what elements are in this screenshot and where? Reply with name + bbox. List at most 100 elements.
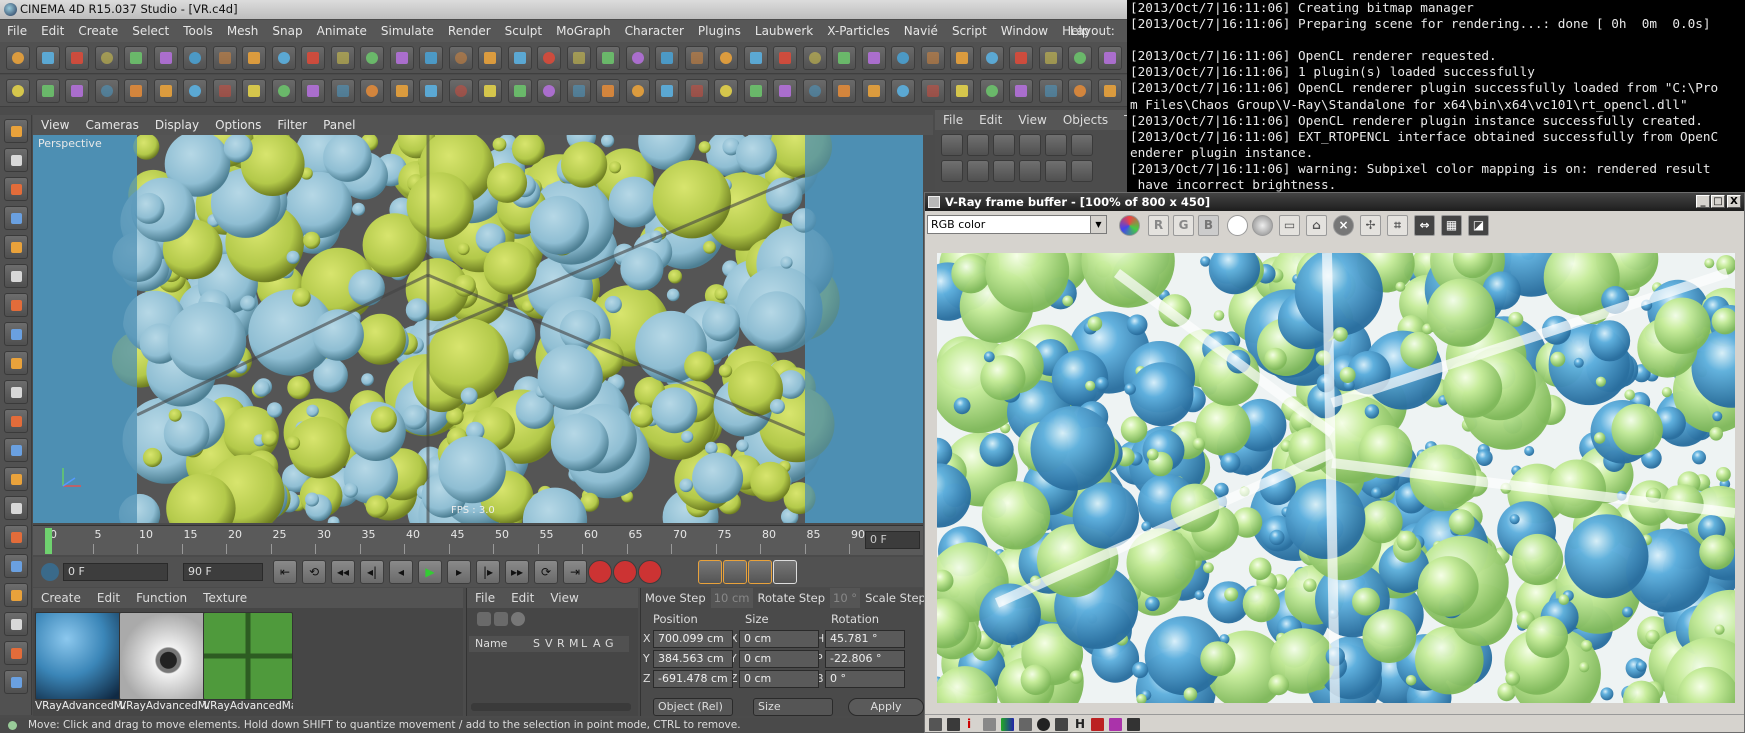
menu-mesh[interactable]: Mesh xyxy=(220,20,266,42)
toolbar-1-button-34[interactable] xyxy=(979,46,1004,70)
column-a[interactable]: A xyxy=(593,636,601,652)
apply-button[interactable]: Apply xyxy=(848,698,924,716)
position-field[interactable]: 384.563 cm xyxy=(653,650,733,668)
toolbar-1-button-14[interactable] xyxy=(389,46,414,70)
toolbar-1-button-18[interactable] xyxy=(507,46,532,70)
step-value[interactable]: 10 cm xyxy=(710,588,753,608)
toolbar-2-button-37[interactable] xyxy=(1068,79,1092,103)
left-tool-20[interactable] xyxy=(4,670,28,694)
object-menu-objects[interactable]: Objects xyxy=(1055,110,1116,130)
toolbar-1-button-7[interactable] xyxy=(183,46,207,70)
save-icon[interactable]: ▭ xyxy=(1279,215,1300,236)
toolbar-1-button-16[interactable] xyxy=(448,46,473,70)
step-value[interactable]: 10 ° xyxy=(830,588,861,608)
menu-plugins[interactable]: Plugins xyxy=(691,20,748,42)
column-m[interactable]: M xyxy=(569,636,579,652)
toolbar-2-button-36[interactable] xyxy=(1038,79,1063,103)
toolbar-1-button-3[interactable] xyxy=(65,46,89,70)
object-manager-icon[interactable] xyxy=(1071,134,1093,156)
toolbar-1-button-19[interactable] xyxy=(537,46,561,70)
icc-icon[interactable] xyxy=(1109,718,1122,731)
toolbar-1-button-17[interactable] xyxy=(478,46,502,70)
left-tool-3[interactable] xyxy=(4,177,28,201)
toolbar-1-button-26[interactable] xyxy=(743,46,768,70)
column-l[interactable]: L xyxy=(581,636,587,652)
transport-button-6[interactable]: ▶ xyxy=(418,560,442,584)
alpha-white-icon[interactable] xyxy=(1227,215,1248,236)
column-r[interactable]: R xyxy=(557,636,565,652)
current-frame-field[interactable]: 0 F xyxy=(865,531,920,549)
toolbar-2-button-11[interactable] xyxy=(301,79,325,103)
menu-laubwerk[interactable]: Laubwerk xyxy=(748,20,820,42)
left-tool-18[interactable] xyxy=(4,612,28,636)
toolbar-1-button-9[interactable] xyxy=(242,46,266,70)
toolbar-2-button-8[interactable] xyxy=(212,79,237,103)
lut-toggle-icon[interactable] xyxy=(1091,718,1104,731)
layer-tool-icons[interactable] xyxy=(477,612,537,628)
toolbar-2-button-22[interactable] xyxy=(625,79,650,103)
material-swatch[interactable]: VRayAdvancedMa xyxy=(119,612,209,712)
mono-icon[interactable] xyxy=(1252,215,1273,236)
toolbar-1-button-2[interactable] xyxy=(35,46,60,70)
object-manager-icon[interactable] xyxy=(1071,160,1093,182)
layer-menu-file[interactable]: File xyxy=(467,588,503,608)
keyframe-record-icon[interactable] xyxy=(638,560,662,584)
material-menu-create[interactable]: Create xyxy=(33,588,89,608)
menu-render[interactable]: Render xyxy=(441,20,498,42)
transport-button-7[interactable]: ▸ xyxy=(447,560,471,584)
transport-button-2[interactable]: ⟲ xyxy=(302,560,326,584)
viewport-menu-cameras[interactable]: Cameras xyxy=(77,115,146,135)
menu-animate[interactable]: Animate xyxy=(310,20,374,42)
menu-character[interactable]: Character xyxy=(618,20,691,42)
transport-button-9[interactable]: ▸▸ xyxy=(505,560,529,584)
toolbar-2-button-4[interactable] xyxy=(94,79,119,103)
folder-icon[interactable]: ⌂ xyxy=(1306,215,1327,236)
toolbar-1-button-36[interactable] xyxy=(1038,46,1063,70)
object-menu-view[interactable]: View xyxy=(1010,110,1054,130)
lens-icon[interactable] xyxy=(1037,718,1050,731)
left-tool-8[interactable] xyxy=(4,322,28,346)
toolbar-2-button-13[interactable] xyxy=(360,79,384,103)
position-field[interactable]: 700.099 cm xyxy=(653,630,733,648)
transport-button-4[interactable]: ◂| xyxy=(360,560,384,584)
toolbar-1-button-8[interactable] xyxy=(212,46,237,70)
transport-button-1[interactable]: ⇤ xyxy=(273,560,297,584)
region-icon[interactable]: ⌗ xyxy=(1387,215,1408,236)
size-field[interactable]: 0 cm xyxy=(739,670,819,688)
menu-file[interactable]: File xyxy=(0,20,34,42)
display-icon[interactable] xyxy=(929,718,942,731)
toolbar-2-button-1[interactable] xyxy=(6,79,30,103)
menu-script[interactable]: Script xyxy=(945,20,994,42)
left-tool-5[interactable] xyxy=(4,235,28,259)
color-wheel-icon[interactable] xyxy=(1119,215,1140,236)
object-manager-icon[interactable] xyxy=(1019,160,1041,182)
object-manager-icon[interactable] xyxy=(967,134,989,156)
toolbar-2-button-29[interactable] xyxy=(832,79,856,103)
toolbar-2-button-18[interactable] xyxy=(507,79,532,103)
material-menu-function[interactable]: Function xyxy=(128,588,195,608)
left-tool-17[interactable] xyxy=(4,583,28,607)
toolbar-2-button-38[interactable] xyxy=(1097,79,1122,103)
left-tool-15[interactable] xyxy=(4,525,28,549)
pixel-info-icon[interactable]: ◪ xyxy=(1468,215,1489,236)
transport-button-11[interactable]: ⇥ xyxy=(563,560,587,584)
key-type-icon[interactable] xyxy=(698,560,722,584)
size-field[interactable]: 0 cm xyxy=(739,650,819,668)
object-manager-icon[interactable] xyxy=(993,160,1015,182)
toolbar-1-button-10[interactable] xyxy=(271,46,296,70)
left-tool-14[interactable] xyxy=(4,496,28,520)
column-v[interactable]: V xyxy=(545,636,553,652)
transport-button-10[interactable]: ⟳ xyxy=(534,560,558,584)
toolbar-2-button-10[interactable] xyxy=(271,79,296,103)
object-manager-icon[interactable] xyxy=(967,160,989,182)
toolbar-1-button-5[interactable] xyxy=(124,46,148,70)
key-type-icon[interactable] xyxy=(773,560,797,584)
toolbar-1-button-22[interactable] xyxy=(625,46,650,70)
toolbar-1-button-20[interactable] xyxy=(566,46,591,70)
channel-select[interactable]: RGB color ▼ xyxy=(927,215,1107,234)
timeline-ruler[interactable]: 0 F 0 5 10 15 20 25 30 35 40 45 50 55 60 65 70 75 80 85 90 xyxy=(33,525,923,555)
object-manager-icon[interactable] xyxy=(941,134,963,156)
layer-menu-edit[interactable]: Edit xyxy=(503,588,542,608)
menu-x-particles[interactable]: X-Particles xyxy=(820,20,897,42)
toolbar-2-button-28[interactable] xyxy=(802,79,827,103)
